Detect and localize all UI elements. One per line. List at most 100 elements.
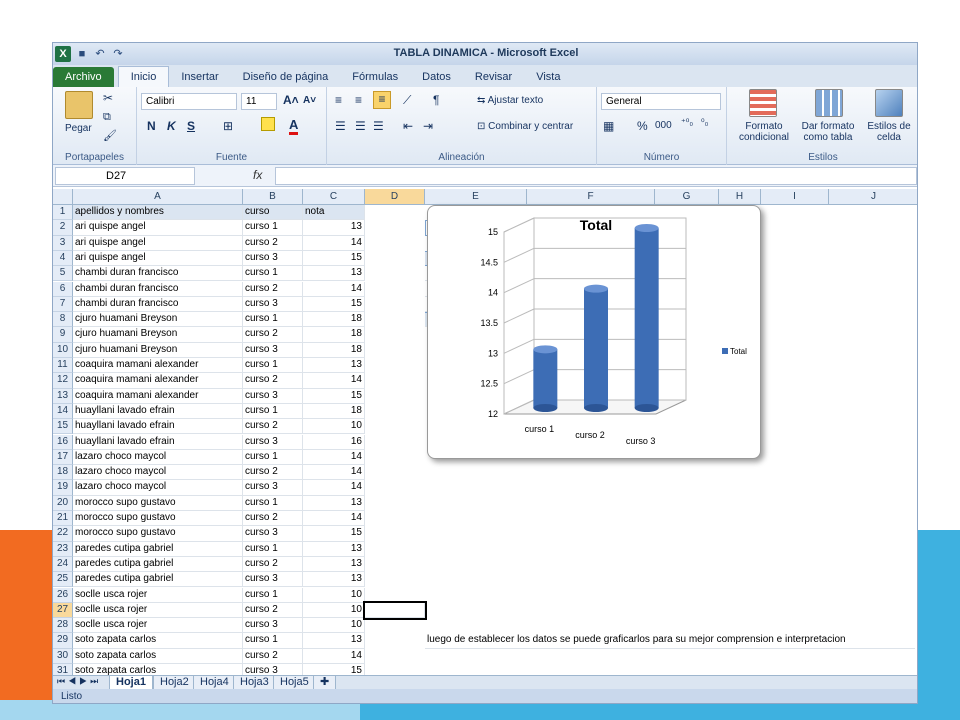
- table-cell-name[interactable]: coaquira mamani alexander: [73, 388, 243, 404]
- note-text[interactable]: luego de establecer los datos se puede g…: [425, 633, 915, 649]
- table-cell-name[interactable]: ari quispe angel: [73, 220, 243, 236]
- active-cell-d27[interactable]: [363, 600, 427, 621]
- borders-icon[interactable]: ⊞: [223, 119, 233, 133]
- fill-color-icon[interactable]: [261, 117, 275, 131]
- row-header[interactable]: 12: [53, 373, 73, 389]
- table-cell-course[interactable]: curso 1: [243, 312, 303, 328]
- format-as-table-icon[interactable]: [815, 89, 843, 117]
- format-painter-icon[interactable]: 🖌: [103, 129, 117, 142]
- underline-button[interactable]: S: [187, 119, 195, 133]
- tab-archivo[interactable]: Archivo: [53, 67, 114, 87]
- italic-button[interactable]: K: [167, 119, 176, 133]
- table-cell-grade[interactable]: 10: [303, 602, 365, 619]
- table-cell-grade[interactable]: 13: [303, 358, 365, 374]
- table-cell-name[interactable]: coaquira mamani alexander: [73, 373, 243, 389]
- thousands-button[interactable]: 000: [655, 120, 672, 131]
- table-cell-course[interactable]: curso 2: [243, 602, 303, 619]
- table-cell-name[interactable]: soto zapata carlos: [73, 648, 243, 664]
- column-header-j[interactable]: J: [829, 189, 917, 205]
- table-cell-course[interactable]: curso 2: [243, 511, 303, 527]
- table-cell-grade[interactable]: 18: [303, 342, 365, 358]
- paste-icon[interactable]: [65, 91, 93, 119]
- table-cell-grade[interactable]: 13: [303, 633, 365, 649]
- table-cell-grade[interactable]: 10: [303, 618, 365, 634]
- column-header-d[interactable]: D: [365, 189, 425, 205]
- row-header[interactable]: 19: [53, 480, 73, 496]
- table-cell-grade[interactable]: 15: [303, 664, 365, 675]
- align-top-icon[interactable]: ≡: [335, 93, 342, 107]
- shrink-font-icon[interactable]: A˅: [303, 95, 316, 106]
- name-box[interactable]: D27: [55, 167, 195, 185]
- tab-insertar[interactable]: Insertar: [169, 67, 230, 87]
- table-cell-course[interactable]: curso 2: [243, 281, 303, 297]
- table-cell-grade[interactable]: 18: [303, 327, 365, 343]
- table-cell-grade[interactable]: 14: [303, 465, 365, 481]
- table-cell-name[interactable]: ari quispe angel: [73, 235, 243, 251]
- sheet-tab-hoja1[interactable]: Hoja1: [109, 676, 153, 690]
- row-header[interactable]: 31: [53, 664, 73, 675]
- table-header-cell[interactable]: apellidos y nombres: [73, 205, 243, 221]
- currency-icon[interactable]: ▦: [603, 119, 614, 133]
- bold-button[interactable]: N: [147, 119, 156, 133]
- tab-formulas[interactable]: Fórmulas: [340, 67, 410, 87]
- wrap-text-button[interactable]: ⇆ Ajustar texto: [477, 95, 543, 106]
- table-cell-grade[interactable]: 14: [303, 281, 365, 297]
- table-cell-name[interactable]: morocco supo gustavo: [73, 526, 243, 542]
- table-cell-course[interactable]: curso 3: [243, 480, 303, 496]
- insert-sheet-icon[interactable]: ✚: [313, 676, 337, 690]
- table-cell-course[interactable]: curso 2: [243, 556, 303, 573]
- table-cell-name[interactable]: lazaro choco maycol: [73, 480, 243, 496]
- table-cell-course[interactable]: curso 3: [243, 664, 303, 675]
- align-right-icon[interactable]: ☰: [373, 119, 384, 133]
- table-cell-name[interactable]: morocco supo gustavo: [73, 511, 243, 527]
- table-cell-grade[interactable]: 16: [303, 434, 365, 450]
- table-cell-name[interactable]: lazaro choco maycol: [73, 465, 243, 481]
- table-cell-name[interactable]: paredes cutipa gabriel: [73, 556, 243, 573]
- row-header[interactable]: 10: [53, 342, 73, 358]
- column-header-e[interactable]: E: [425, 189, 527, 205]
- tab-revisar[interactable]: Revisar: [463, 67, 524, 87]
- table-cell-grade[interactable]: 14: [303, 480, 365, 496]
- copy-icon[interactable]: ⧉: [103, 111, 111, 124]
- row-header[interactable]: 6: [53, 281, 73, 297]
- table-cell-course[interactable]: curso 3: [243, 572, 303, 588]
- table-cell-name[interactable]: soto zapata carlos: [73, 664, 243, 675]
- column-header-i[interactable]: I: [761, 189, 829, 205]
- row-header[interactable]: 17: [53, 449, 73, 466]
- table-cell-course[interactable]: curso 1: [243, 403, 303, 420]
- row-header[interactable]: 4: [53, 250, 73, 267]
- cell-styles-button[interactable]: Estilos de celda: [859, 121, 917, 143]
- table-cell-name[interactable]: coaquira mamani alexander: [73, 358, 243, 374]
- column-header-g[interactable]: G: [655, 189, 719, 205]
- row-header[interactable]: 16: [53, 434, 73, 450]
- row-header[interactable]: 9: [53, 327, 73, 343]
- table-cell-name[interactable]: paredes cutipa gabriel: [73, 572, 243, 588]
- decrease-decimal-icon[interactable]: ⁰₀: [701, 117, 708, 128]
- table-cell-grade[interactable]: 15: [303, 250, 365, 267]
- table-cell-course[interactable]: curso 1: [243, 495, 303, 511]
- column-header-b[interactable]: B: [243, 189, 303, 205]
- row-header[interactable]: 8: [53, 312, 73, 328]
- table-cell-name[interactable]: morocco supo gustavo: [73, 495, 243, 511]
- table-cell-course[interactable]: curso 1: [243, 266, 303, 282]
- row-header[interactable]: 1: [53, 205, 73, 221]
- table-cell-course[interactable]: curso 1: [243, 587, 303, 603]
- table-cell-name[interactable]: lazaro choco maycol: [73, 449, 243, 466]
- sheet-tab-hoja5[interactable]: Hoja5: [273, 676, 316, 690]
- conditional-format-icon[interactable]: [749, 89, 777, 117]
- font-size-select[interactable]: 11: [241, 93, 277, 110]
- table-cell-name[interactable]: cjuro huamani Breyson: [73, 327, 243, 343]
- table-cell-name[interactable]: paredes cutipa gabriel: [73, 541, 243, 557]
- table-cell-grade[interactable]: 14: [303, 449, 365, 466]
- table-cell-course[interactable]: curso 2: [243, 648, 303, 664]
- chart[interactable]: 12 12.5 13 13.5 14 14.5 15 curso 1 curso 2 curso …: [427, 205, 761, 459]
- text-direction-icon[interactable]: ¶: [433, 93, 439, 107]
- align-left-icon[interactable]: ☰: [335, 119, 346, 133]
- row-header[interactable]: 29: [53, 633, 73, 649]
- tab-datos[interactable]: Datos: [410, 67, 463, 87]
- sheet-tab-hoja2[interactable]: Hoja2: [153, 676, 196, 690]
- sheet-nav-icon[interactable]: ⏮◀▶⏭: [57, 676, 101, 687]
- merge-center-button[interactable]: ⊡ Combinar y centrar: [477, 121, 573, 132]
- table-cell-course[interactable]: curso 2: [243, 373, 303, 389]
- formula-input[interactable]: [275, 167, 917, 185]
